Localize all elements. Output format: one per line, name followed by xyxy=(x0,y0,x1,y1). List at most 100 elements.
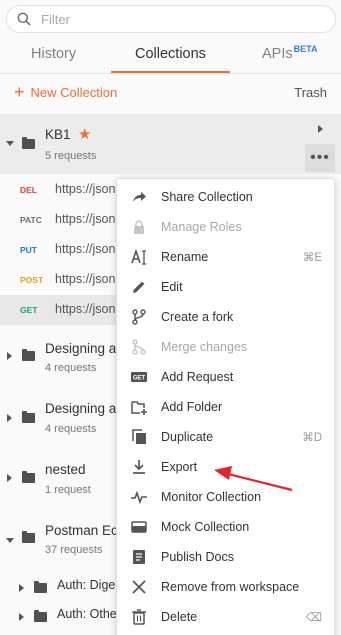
folder-icon xyxy=(34,581,47,593)
chevron-down-icon[interactable] xyxy=(6,538,14,543)
folder-icon xyxy=(22,531,35,543)
get-request-icon: GET xyxy=(131,372,147,382)
request-item[interactable]: POST https://json xyxy=(0,265,120,295)
menu-item-label: Create a fork xyxy=(161,310,234,324)
chevron-right-icon[interactable] xyxy=(7,414,12,422)
folder-icon xyxy=(22,349,35,361)
collections-actions: + New Collection Trash xyxy=(0,80,341,108)
menu-item-duplicate[interactable]: Duplicate ⌘D xyxy=(117,422,336,452)
collection-name: KB1 xyxy=(45,127,71,142)
menu-item-label: Remove from workspace xyxy=(161,580,300,594)
tab-apis[interactable]: APIsBETA xyxy=(262,44,318,62)
collection-request-count: 1 request xyxy=(45,484,91,496)
menu-item-add-request[interactable]: GET Add Request xyxy=(117,362,336,392)
chevron-down-icon[interactable] xyxy=(6,141,14,146)
fork-icon xyxy=(132,309,146,325)
menu-item-label: Publish Docs xyxy=(161,550,234,564)
request-url: https://json xyxy=(55,302,115,316)
menu-item-shortcut: ⌘D xyxy=(302,432,322,444)
menu-item-label: Share Collection xyxy=(161,190,253,204)
folder-item[interactable]: Auth: Othe xyxy=(0,603,120,631)
new-collection-button[interactable]: + New Collection xyxy=(14,82,118,102)
menu-item-label: Add Request xyxy=(161,370,234,384)
menu-item-share-collection[interactable]: Share Collection xyxy=(117,182,336,212)
menu-item-rename[interactable]: Rename ⌘E xyxy=(117,242,336,272)
chevron-right-icon[interactable] xyxy=(7,474,12,482)
menu-item-shortcut: ⌘E xyxy=(302,252,322,264)
plus-icon: + xyxy=(14,82,25,102)
expand-panel-button[interactable] xyxy=(305,114,335,144)
request-item[interactable]: GET https://json xyxy=(0,295,120,325)
duplicate-icon xyxy=(132,429,146,444)
collection-name: nested xyxy=(45,462,86,477)
method-badge: PATC xyxy=(20,215,42,225)
collection-request-count: 4 requests xyxy=(45,362,97,374)
chevron-right-icon[interactable] xyxy=(19,584,24,592)
menu-item-monitor-collection[interactable]: Monitor Collection xyxy=(117,482,336,512)
menu-item-label: Mock Collection xyxy=(161,520,250,534)
menu-item-delete[interactable]: Delete ⌫ xyxy=(117,602,336,632)
more-icon: ••• xyxy=(310,149,330,166)
request-item[interactable]: DEL https://json xyxy=(0,175,120,205)
chevron-right-icon[interactable] xyxy=(7,352,12,360)
collection-item[interactable]: KB1 ★ 5 requests ••• xyxy=(0,114,341,174)
request-url: https://json xyxy=(55,182,115,196)
method-badge: GET xyxy=(20,305,38,315)
menu-item-remove-from-workspace[interactable]: Remove from workspace xyxy=(117,572,336,602)
request-url: https://json xyxy=(55,272,115,286)
beta-badge: BETA xyxy=(293,44,318,54)
tab-collections[interactable]: Collections xyxy=(135,46,206,62)
menu-item-create-fork[interactable]: Create a fork xyxy=(117,302,336,332)
menu-item-label: Duplicate xyxy=(161,430,214,444)
add-folder-icon xyxy=(131,401,147,415)
request-item[interactable]: PUT https://json xyxy=(0,235,120,265)
get-icon-text: GET xyxy=(133,376,146,382)
menu-item-label: Monitor Collection xyxy=(161,490,262,504)
chevron-right-icon[interactable] xyxy=(19,613,24,621)
share-icon xyxy=(133,192,146,202)
method-badge: DEL xyxy=(20,185,37,195)
folder-icon xyxy=(34,610,47,622)
menu-item-label: Manage Roles xyxy=(161,220,242,234)
folder-item[interactable]: Auth: Dige xyxy=(0,574,120,602)
collection-request-count: 37 requests xyxy=(45,544,103,556)
server-icon xyxy=(131,521,147,533)
more-options-button[interactable]: ••• xyxy=(305,144,335,172)
menu-item-edit[interactable]: Edit xyxy=(117,272,336,302)
menu-item-merge-changes[interactable]: Merge changes xyxy=(117,332,336,362)
download-icon xyxy=(133,460,145,474)
menu-item-label: Edit xyxy=(161,280,183,294)
filter-placeholder: Filter xyxy=(41,11,70,27)
active-tab-indicator xyxy=(111,71,230,73)
collection-name: Postman Ec xyxy=(45,523,118,538)
lock-icon xyxy=(134,220,144,234)
menu-item-export[interactable]: Export xyxy=(117,452,336,482)
collection-request-count: 4 requests xyxy=(45,423,97,435)
menu-item-add-folder[interactable]: Add Folder xyxy=(117,392,336,422)
tab-history[interactable]: History xyxy=(31,46,76,62)
menu-item-shortcut: ⌫ xyxy=(305,612,322,624)
sidebar-tabs: History Collections APIsBETA xyxy=(0,40,341,74)
collection-context-menu: Share Collection Manage Roles Rename ⌘E … xyxy=(116,178,335,635)
folder-name: Auth: Dige xyxy=(57,578,116,592)
star-icon[interactable]: ★ xyxy=(78,125,91,143)
pencil-icon xyxy=(133,281,145,293)
merge-icon xyxy=(132,339,146,355)
menu-item-mock-collection[interactable]: Mock Collection xyxy=(117,512,336,542)
new-collection-label: New Collection xyxy=(30,85,118,100)
rename-icon xyxy=(131,249,146,265)
menu-item-publish-docs[interactable]: Publish Docs xyxy=(117,542,336,572)
collection-name: Designing a xyxy=(45,341,117,356)
method-badge: PUT xyxy=(20,245,37,255)
request-item[interactable]: PATC https://json xyxy=(0,205,120,235)
menu-item-manage-roles[interactable]: Manage Roles xyxy=(117,212,336,242)
trash-icon xyxy=(132,609,146,625)
menu-item-label: Merge changes xyxy=(161,340,248,354)
folder-icon xyxy=(22,471,35,483)
filter-search-box[interactable]: Filter xyxy=(6,5,336,33)
folder-name: Auth: Othe xyxy=(57,607,117,621)
trash-link[interactable]: Trash xyxy=(294,85,327,100)
menu-item-label: Delete xyxy=(161,610,198,624)
menu-item-label: Add Folder xyxy=(161,400,223,414)
pulse-icon xyxy=(131,490,147,505)
